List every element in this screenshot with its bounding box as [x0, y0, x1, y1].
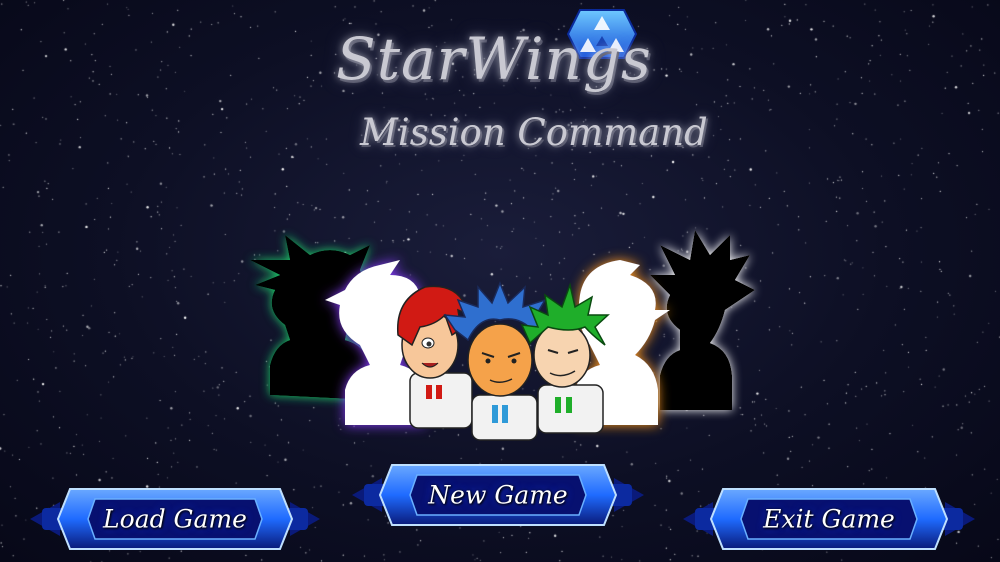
new-game-button[interactable]: New Game: [352, 460, 644, 530]
character-group: [250, 230, 755, 441]
new-game-label: New Game: [428, 480, 568, 510]
load-game-button[interactable]: Load Game: [30, 484, 320, 554]
exit-game-button[interactable]: Exit Game: [683, 484, 975, 554]
silhouette-white-glow: [650, 230, 755, 410]
game-title: StarWings: [336, 25, 652, 93]
exit-game-label: Exit Game: [763, 504, 895, 534]
load-game-label: Load Game: [103, 504, 247, 534]
game-subtitle: Mission Command: [360, 111, 708, 154]
